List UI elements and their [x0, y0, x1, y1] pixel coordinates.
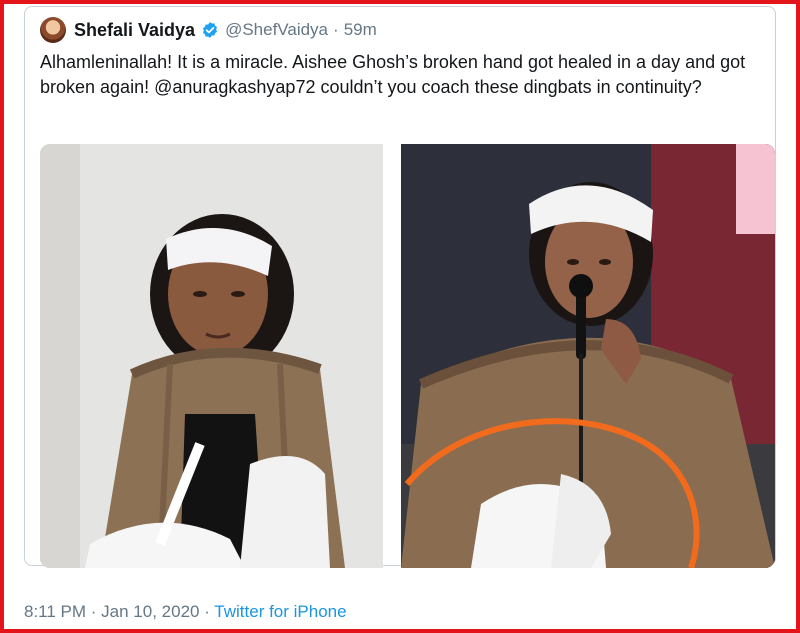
- tweet-text: Alhamleninallah! It is a miracle. Aishee…: [40, 52, 746, 97]
- verified-badge-icon: [203, 22, 218, 38]
- author-avatar[interactable]: [40, 17, 66, 43]
- author-name[interactable]: Shefali Vaidya: [74, 20, 195, 41]
- footer-separator: ·: [86, 602, 102, 621]
- header-separator: ·: [333, 20, 339, 39]
- tweet-time[interactable]: 8:11 PM: [24, 602, 86, 621]
- tweet-header: Shefali Vaidya @ShefVaidya · 59m: [40, 16, 377, 44]
- tweet-photo-right[interactable]: [401, 144, 775, 568]
- tweet-photo-left[interactable]: [40, 144, 383, 568]
- photo-left-illustration: [40, 144, 383, 568]
- tweet-date[interactable]: Jan 10, 2020: [101, 602, 199, 621]
- tweet-source-link[interactable]: Twitter for iPhone: [214, 602, 346, 621]
- tweet-footer: 8:11 PM · Jan 10, 2020 · Twitter for iPh…: [24, 602, 347, 622]
- footer-separator: ·: [199, 602, 215, 621]
- author-handle[interactable]: @ShefVaidya: [225, 20, 328, 40]
- tweet-age[interactable]: 59m: [344, 20, 377, 40]
- photo-right-illustration: [401, 144, 775, 568]
